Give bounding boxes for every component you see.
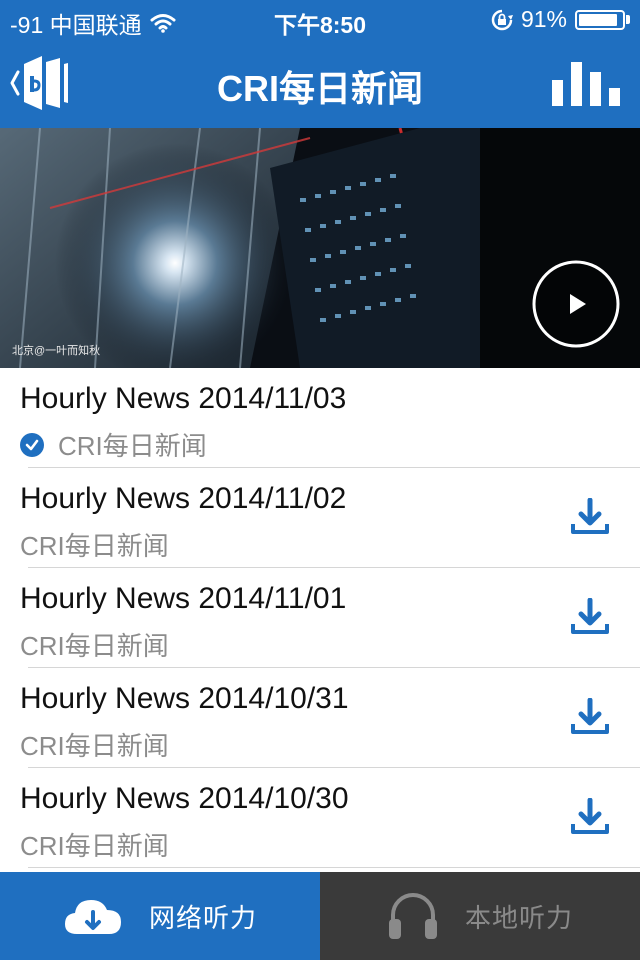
episode-title: Hourly News 2014/10/31 xyxy=(20,682,349,715)
episode-title: Hourly News 2014/11/01 xyxy=(20,582,347,615)
episode-source-row: CRI每日新闻 xyxy=(20,626,169,663)
battery-percent: 91% xyxy=(520,6,567,32)
download-icon[interactable] xyxy=(570,598,610,638)
app-header: -91 中国联通 下午8:50 91% CRI每日新闻 xyxy=(0,0,640,128)
headphones-icon xyxy=(388,893,437,939)
list-item[interactable]: Hourly News 2014/10/31 CRI每日新闻 xyxy=(0,668,640,768)
list-item[interactable]: Hourly News 2014/11/03 CRI每日新闻 xyxy=(0,368,640,468)
episode-source: CRI每日新闻 xyxy=(20,731,169,761)
nav-bar: CRI每日新闻 xyxy=(0,40,640,128)
battery-icon xyxy=(575,9,630,30)
tab-bar: 网络听力 本地听力 xyxy=(0,872,640,960)
episode-title: Hourly News 2014/11/02 xyxy=(20,482,347,515)
battery-body xyxy=(575,9,625,30)
download-icon[interactable] xyxy=(570,498,610,538)
list-item[interactable]: Hourly News 2014/10/30 CRI每日新闻 xyxy=(0,768,640,868)
episode-list: Hourly News 2014/11/03 CRI每日新闻 Hourly Ne… xyxy=(0,368,640,868)
episode-source: CRI每日新闻 xyxy=(58,431,207,461)
battery-tip xyxy=(626,15,630,24)
status-right: 91% xyxy=(491,6,630,33)
battery-fill xyxy=(579,13,617,26)
hero-banner[interactable]: 北京@一叶而知秋 xyxy=(0,128,640,368)
tab-local-listening[interactable]: 本地听力 xyxy=(320,872,640,960)
play-icon[interactable] xyxy=(532,260,620,348)
episode-source-row: CRI每日新闻 xyxy=(20,426,207,463)
download-icon[interactable] xyxy=(570,698,610,738)
downloaded-check-icon xyxy=(20,432,44,457)
bar-chart-icon[interactable] xyxy=(552,58,620,106)
episode-source: CRI每日新闻 xyxy=(20,531,169,561)
status-bar: -91 中国联通 下午8:50 91% xyxy=(0,0,640,40)
episode-source-row: CRI每日新闻 xyxy=(20,726,169,763)
episode-source: CRI每日新闻 xyxy=(20,831,169,861)
download-icon[interactable] xyxy=(570,798,610,838)
episode-title: Hourly News 2014/11/03 xyxy=(20,382,347,415)
list-item[interactable]: Hourly News 2014/11/02 CRI每日新闻 xyxy=(0,468,640,568)
hero-caption: 北京@一叶而知秋 xyxy=(12,345,101,357)
page-title: CRI每日新闻 xyxy=(217,68,423,109)
episode-source-row: CRI每日新闻 xyxy=(20,526,169,563)
episode-source-row: CRI每日新闻 xyxy=(20,826,169,863)
tab-online-label: 网络听力 xyxy=(148,902,257,933)
tab-online-listening[interactable]: 网络听力 xyxy=(0,872,320,960)
episode-source: CRI每日新闻 xyxy=(20,631,169,661)
rotation-lock-icon xyxy=(491,9,513,30)
cloud-download-icon xyxy=(64,900,121,934)
episode-title: Hourly News 2014/10/30 xyxy=(20,782,349,815)
tab-local-label: 本地听力 xyxy=(464,902,573,933)
list-item[interactable]: Hourly News 2014/11/01 CRI每日新闻 xyxy=(0,568,640,668)
